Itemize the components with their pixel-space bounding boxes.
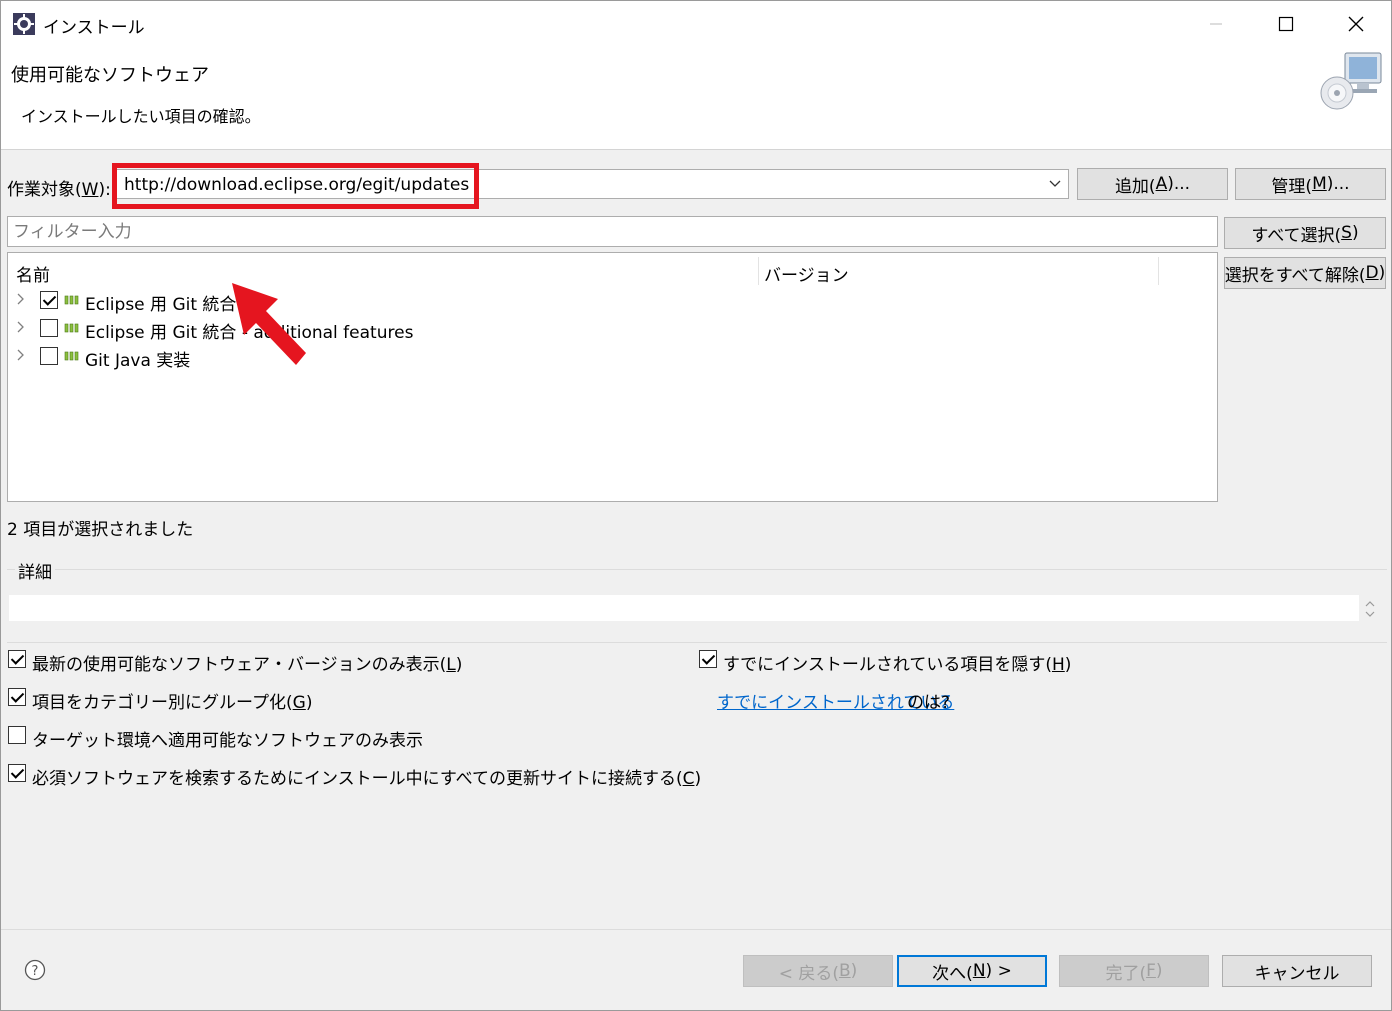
arrow-annotation-icon <box>232 283 306 365</box>
column-divider[interactable] <box>758 257 759 285</box>
close-icon <box>1348 16 1364 32</box>
tree-row[interactable]: Eclipse 用 Git 統合 - additional features <box>8 314 808 343</box>
target-env-label: ターゲット環境へ適用可能なソフトウェアのみ表示 <box>32 731 423 751</box>
feature-icon <box>64 351 79 361</box>
hide-installed-label: すでにインストールされている項目を隠す(H) <box>723 655 1072 675</box>
install-dialog: インストール 使用可能なソフトウェア インストールしたい項目の確認。 作業対象(… <box>0 0 1392 1011</box>
hide-installed-checkbox[interactable] <box>699 650 717 668</box>
svg-text:?: ? <box>32 964 39 979</box>
contact-sites-checkbox[interactable] <box>8 764 26 782</box>
chevron-right-icon[interactable] <box>15 291 27 307</box>
feature-icon <box>64 295 79 305</box>
selection-status: 2 項目が選択されました <box>7 520 194 540</box>
title-bar: インストール <box>1 1 1391 47</box>
column-header-name[interactable]: 名前 <box>16 261 50 286</box>
chevron-right-icon[interactable] <box>15 319 27 335</box>
next-button[interactable]: 次へ(N) > <box>897 955 1047 987</box>
select-all-button[interactable]: すべて選択(S) <box>1224 217 1386 249</box>
contact-sites-label: 必須ソフトウェアを検索するためにインストール中にすべての更新サイトに接続する(C… <box>32 769 702 789</box>
maximize-icon <box>1278 16 1294 32</box>
filter-box <box>7 216 1218 247</box>
minimize-button[interactable] <box>1181 1 1251 47</box>
tree-row[interactable]: Eclipse 用 Git 統合 <box>8 286 808 315</box>
install-wizard-icon <box>1320 52 1382 110</box>
group-by-category-checkbox[interactable] <box>8 688 26 706</box>
tree-item-label: Git Java 実装 <box>85 351 191 371</box>
manage-sites-button[interactable]: 管理(M)... <box>1235 168 1386 200</box>
wizard-header: 使用可能なソフトウェア インストールしたい項目の確認。 <box>1 47 1391 150</box>
target-env-checkbox[interactable] <box>8 726 26 744</box>
software-tree[interactable]: 名前 バージョン Eclipse 用 Git 統合 Eclipse 用 Git … <box>7 252 1218 502</box>
show-latest-checkbox[interactable] <box>8 650 26 668</box>
cancel-button[interactable]: キャンセル <box>1222 955 1372 987</box>
maximize-button[interactable] <box>1251 1 1321 47</box>
finish-button[interactable]: 完了(F) <box>1059 955 1209 987</box>
close-button[interactable] <box>1321 1 1391 47</box>
details-group: 詳細 <box>7 558 1387 643</box>
chevron-down-icon[interactable] <box>1048 178 1062 190</box>
page-title: 使用可能なソフトウェア <box>11 65 209 86</box>
back-button[interactable]: < 戻る(B) <box>743 955 893 987</box>
deselect-all-button[interactable]: 選択をすべて解除(D) <box>1224 257 1386 289</box>
window-title: インストール <box>43 18 145 38</box>
chevron-right-icon[interactable] <box>15 347 27 363</box>
already-installed-suffix: のは? <box>907 693 951 713</box>
details-label: 詳細 <box>15 558 55 583</box>
tree-checkbox[interactable] <box>40 347 58 365</box>
tree-checkbox[interactable] <box>40 291 58 309</box>
highlight-annotation <box>112 163 479 209</box>
tree-row[interactable]: Git Java 実装 <box>8 342 808 371</box>
show-latest-label: 最新の使用可能なソフトウェア・バージョンのみ表示(L) <box>32 655 463 675</box>
help-icon[interactable]: ? <box>24 959 46 981</box>
minimize-icon <box>1210 23 1222 25</box>
footer-divider <box>1 929 1391 930</box>
column-header-version[interactable]: バージョン <box>764 261 849 286</box>
details-text <box>9 595 1359 621</box>
page-description: インストールしたい項目の確認。 <box>21 107 261 126</box>
spinner-icon[interactable] <box>1363 598 1377 620</box>
group-by-category-label: 項目をカテゴリー別にグループ化(G) <box>32 693 313 713</box>
tree-checkbox[interactable] <box>40 319 58 337</box>
feature-icon <box>64 323 79 333</box>
eclipse-app-icon <box>13 13 35 35</box>
column-divider[interactable] <box>1158 257 1159 285</box>
add-site-button[interactable]: 追加(A)... <box>1077 168 1228 200</box>
tree-item-label: Eclipse 用 Git 統合 <box>85 295 237 315</box>
work-with-label: 作業対象(W): <box>7 180 111 200</box>
filter-input[interactable] <box>11 217 1205 246</box>
